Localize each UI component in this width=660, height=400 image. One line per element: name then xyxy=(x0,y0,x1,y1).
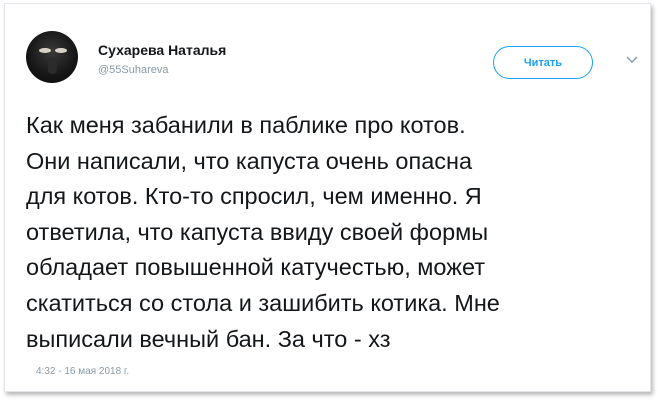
author-handle[interactable]: @55Suhareva xyxy=(98,64,169,76)
avatar-eye xyxy=(55,48,67,53)
tweet-card: Сухарева Наталья @55Suhareva Читать Как … xyxy=(4,3,651,392)
tweet-line: ответила, что капуста ввиду своей формы xyxy=(26,218,489,245)
tweet-line: скатиться со стола и зашибить котика. Мн… xyxy=(26,289,500,316)
tweet-line: выписали вечный бан. За что - хз xyxy=(26,325,391,352)
avatar-hand xyxy=(48,58,57,74)
author-name[interactable]: Сухарева Наталья xyxy=(98,42,226,58)
tweet-line: обладает повышенной катучестью, может xyxy=(26,254,486,281)
tweet-timestamp[interactable]: 4:32 - 16 мая 2018 г. xyxy=(36,366,129,377)
follow-button[interactable]: Читать xyxy=(493,46,593,79)
tweet-line: Как меня забанили в паблике про котов. xyxy=(26,112,466,138)
tweet-line: Они написали, что капуста очень опасна xyxy=(26,147,473,174)
tweet-text: Как меня забанили в паблике про котов. О… xyxy=(26,108,641,357)
avatar-eye xyxy=(39,48,51,53)
chevron-down-icon[interactable] xyxy=(625,54,639,64)
avatar[interactable] xyxy=(26,31,78,83)
tweet-line: для котов. Кто-то спросил, чем именно. Я xyxy=(26,183,482,210)
